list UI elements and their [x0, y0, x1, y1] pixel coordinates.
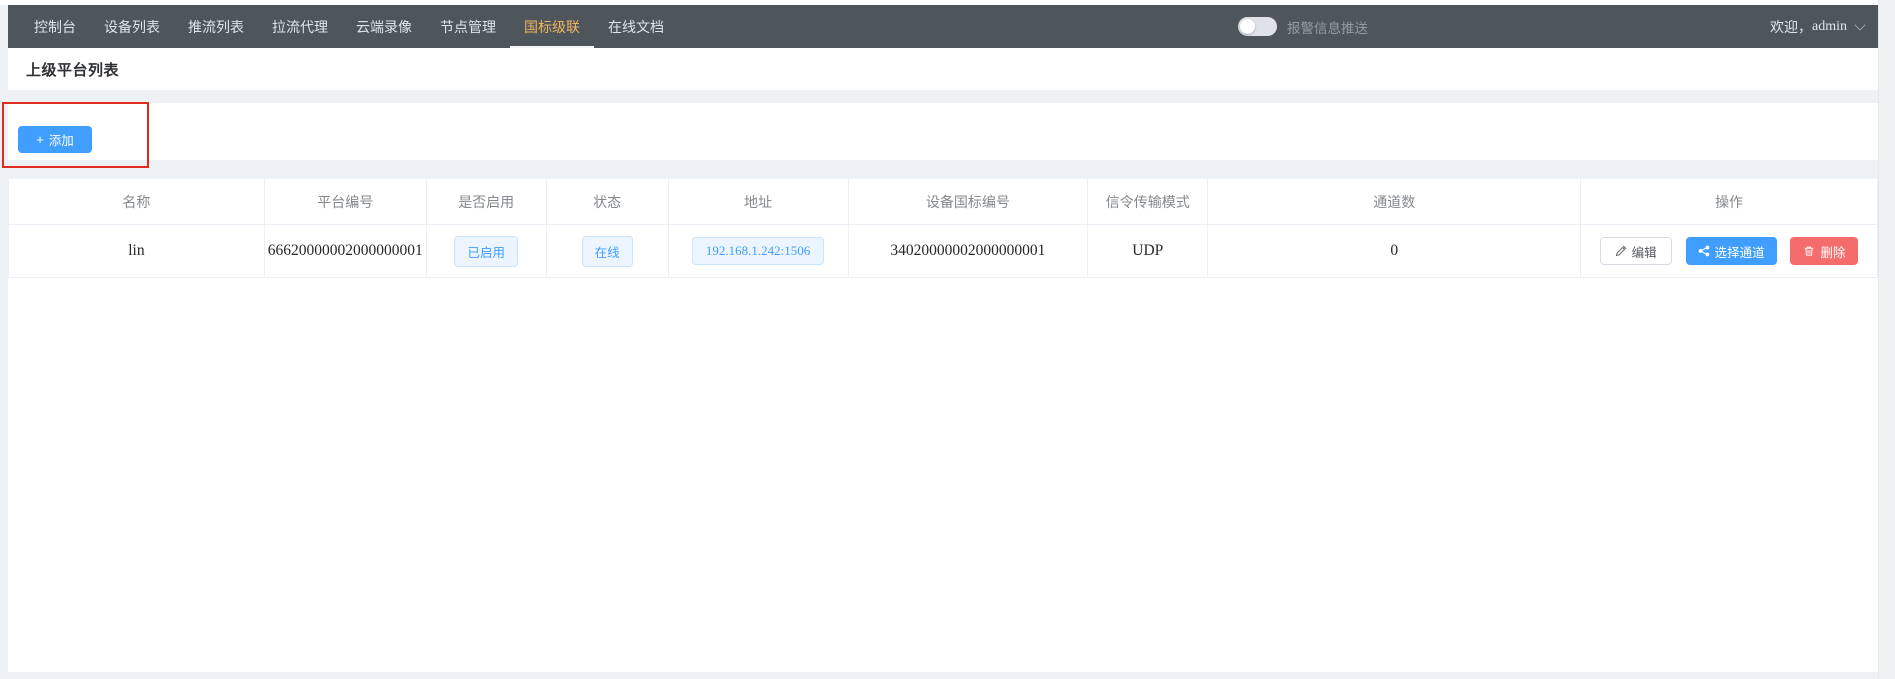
delete-button-label: 删除: [1820, 242, 1845, 261]
add-button-label: 添加: [49, 130, 74, 149]
col-header-enabled: 是否启用: [426, 179, 546, 225]
alarm-push-toggle[interactable]: [1238, 17, 1277, 36]
nav-item-console[interactable]: 控制台: [20, 5, 90, 48]
enabled-badge: 已启用: [454, 236, 518, 267]
col-header-actions: 操作: [1581, 179, 1878, 225]
gb28181-platform-page: { "nav": { "items": [ { "label": "控制台", …: [0, 0, 1895, 679]
nav-item-gb-cascade-active[interactable]: 国标级联: [510, 5, 594, 48]
cell-enabled: 已启用: [426, 225, 546, 278]
nav-item-node-manage[interactable]: 节点管理: [426, 5, 510, 48]
table-row: lin 66620000002000000001 已启用 在线 192.168.…: [9, 225, 1878, 278]
nav-item-pull-proxy[interactable]: 拉流代理: [258, 5, 342, 48]
col-header-transport-mode: 信令传输模式: [1088, 179, 1208, 225]
share-icon: [1698, 245, 1710, 257]
col-header-name: 名称: [9, 179, 265, 225]
cell-actions: 编辑 选择通道 删除: [1581, 225, 1878, 278]
chevron-down-icon: [1854, 19, 1865, 30]
page-header-bar: 上级平台列表: [8, 48, 1878, 90]
cell-channel-count: 0: [1208, 225, 1581, 278]
delete-button[interactable]: 删除: [1790, 237, 1858, 265]
trash-icon: [1803, 245, 1815, 257]
scrollbar-track[interactable]: [1878, 0, 1895, 679]
col-header-address: 地址: [668, 179, 848, 225]
col-header-device-gb-id: 设备国标编号: [848, 179, 1088, 225]
table-header-row: 名称 平台编号 是否启用 状态 地址 设备国标编号 信令传输模式 通道数 操作: [9, 179, 1878, 225]
toggle-knob-icon: [1240, 19, 1255, 34]
toolbar: + 添加: [8, 103, 1878, 160]
edit-button-label: 编辑: [1632, 242, 1657, 261]
plus-icon: +: [36, 133, 44, 146]
edit-button[interactable]: 编辑: [1600, 237, 1672, 265]
nav-item-online-docs[interactable]: 在线文档: [594, 5, 678, 48]
col-header-platform-id: 平台编号: [264, 179, 426, 225]
top-navbar: 控制台 设备列表 推流列表 拉流代理 云端录像 节点管理 国标级联 在线文档 报…: [8, 5, 1878, 48]
cell-status: 在线: [546, 225, 668, 278]
select-channel-label: 选择通道: [1715, 242, 1765, 261]
user-menu[interactable]: 欢迎，admin: [1770, 5, 1864, 48]
nav-item-cloud-record[interactable]: 云端录像: [342, 5, 426, 48]
cell-platform-id: 66620000002000000001: [264, 225, 426, 278]
cell-name: lin: [9, 225, 265, 278]
address-badge[interactable]: 192.168.1.242:1506: [692, 237, 824, 265]
username: admin: [1812, 19, 1847, 35]
alarm-push-label: 报警信息推送: [1287, 17, 1368, 37]
status-badge: 在线: [582, 236, 633, 267]
select-channel-button[interactable]: 选择通道: [1686, 237, 1777, 265]
nav-item-push-list[interactable]: 推流列表: [174, 5, 258, 48]
platform-table: 名称 平台编号 是否启用 状态 地址 设备国标编号 信令传输模式 通道数 操作 …: [8, 178, 1878, 278]
welcome-text: 欢迎，: [1770, 17, 1812, 37]
nav-item-device-list[interactable]: 设备列表: [90, 5, 174, 48]
add-platform-button[interactable]: + 添加: [18, 126, 92, 153]
col-header-channel-count: 通道数: [1208, 179, 1581, 225]
platform-table-section: 名称 平台编号 是否启用 状态 地址 设备国标编号 信令传输模式 通道数 操作 …: [8, 178, 1878, 672]
page-title: 上级平台列表: [26, 59, 119, 80]
cell-device-gb-id: 34020000002000000001: [848, 225, 1088, 278]
alarm-push-toggle-group: 报警信息推送: [1238, 5, 1368, 48]
cell-address: 192.168.1.242:1506: [668, 225, 848, 278]
pencil-icon: [1615, 245, 1627, 257]
cell-transport-mode: UDP: [1088, 225, 1208, 278]
col-header-status: 状态: [546, 179, 668, 225]
